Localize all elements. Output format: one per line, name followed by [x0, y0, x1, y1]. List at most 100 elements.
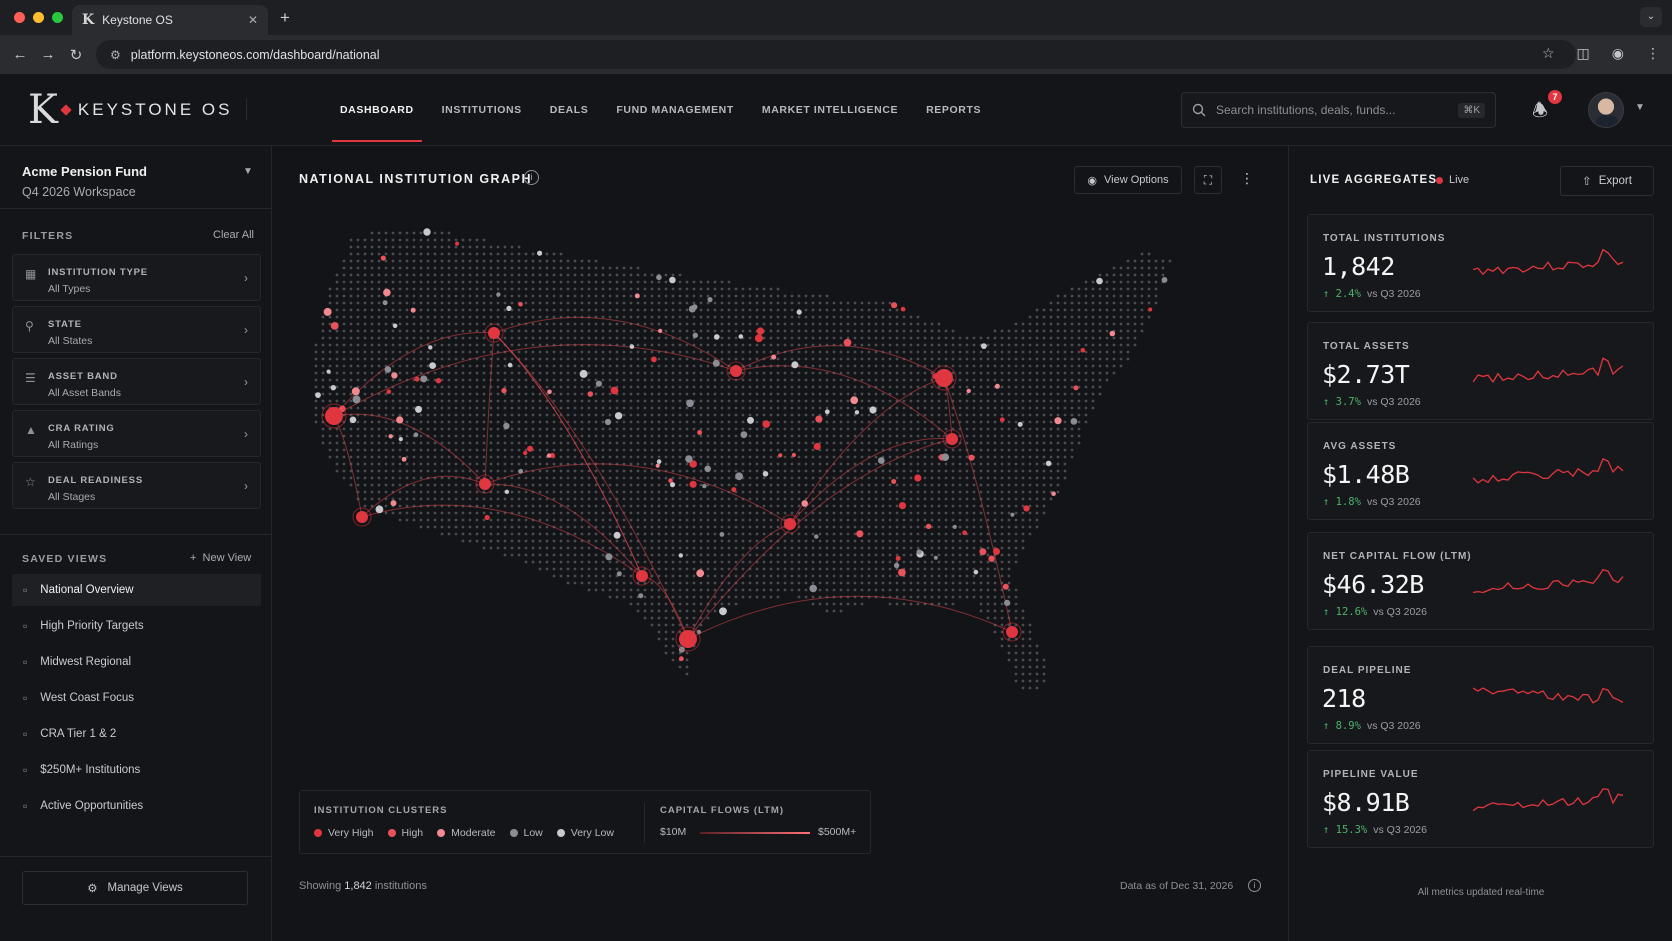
saved-view-west-coast-focus[interactable]: ▫ West Coast Focus — [12, 682, 261, 714]
metric-compare: vs Q3 2026 — [1373, 824, 1427, 836]
saved-view-active-opportunities[interactable]: ▫ Active Opportunities — [12, 790, 261, 822]
reload-icon[interactable]: ↻ — [62, 46, 90, 64]
flow-gradient-bar — [700, 832, 810, 834]
global-search-input[interactable]: Search institutions, deals, funds... ⌘K — [1181, 92, 1496, 128]
nav-fund-management[interactable]: FUND MANAGEMENT — [602, 74, 748, 146]
search-placeholder: Search institutions, deals, funds... — [1216, 103, 1396, 117]
showing-count-text: Showing 1,842 institutions — [299, 880, 427, 892]
account-chevron-down-icon[interactable]: ▼ — [1635, 102, 1645, 113]
building-icon: ▦ — [25, 267, 37, 281]
nav-institutions[interactable]: INSTITUTIONS — [428, 74, 536, 146]
saved-view-high-priority-targets[interactable]: ▫ High Priority Targets — [12, 610, 261, 642]
metric-card-pipeline-value[interactable]: PIPELINE VALUE $8.91B ↑ 15.3% vs Q3 2026 — [1307, 750, 1654, 848]
filter-institution-type[interactable]: ▦ INSTITUTION TYPE All Types › — [12, 254, 261, 301]
metric-card-total-assets[interactable]: TOTAL ASSETS $2.73T ↑ 3.7% vs Q3 2026 — [1307, 322, 1654, 420]
metric-card-avg-assets[interactable]: AVG ASSETS $1.48B ↑ 1.8% vs Q3 2026 — [1307, 422, 1654, 520]
filter-state[interactable]: ⚲ STATE All States › — [12, 306, 261, 353]
metric-label: PIPELINE VALUE — [1323, 769, 1419, 780]
user-avatar[interactable] — [1588, 92, 1624, 128]
document-icon: ▫ — [23, 727, 28, 741]
legend-dot — [556, 829, 565, 837]
metric-card-net-capital-flow[interactable]: NET CAPITAL FLOW (LTM) $46.32B ↑ 12.6% vs… — [1307, 532, 1654, 630]
metric-card-total-institutions[interactable]: TOTAL INSTITUTIONS 1,842 ↑ 2.4% vs Q3 202… — [1307, 214, 1654, 312]
sparkline — [1473, 788, 1624, 812]
view-label: National Overview — [40, 584, 134, 596]
view-label: Active Opportunities — [40, 800, 144, 812]
maximize-window-button[interactable] — [52, 12, 63, 23]
filter-deal-readiness[interactable]: ☆ DEAL READINESS All Stages › — [12, 462, 261, 509]
saved-view-250m-institutions[interactable]: ▫ $250M+ Institutions — [12, 754, 261, 786]
new-view-label: New View — [202, 552, 252, 564]
legend-label: Very High — [328, 827, 374, 839]
metric-delta: ↑ 2.4% vs Q3 2026 — [1323, 288, 1421, 300]
list-icon: ☰ — [25, 371, 36, 385]
metric-compare: vs Q3 2026 — [1373, 606, 1427, 618]
metric-change: ↑ 12.6% — [1323, 606, 1368, 618]
live-dot-icon — [1436, 176, 1443, 184]
fullscreen-icon[interactable]: ⛶ — [1194, 166, 1222, 194]
legend-very-low: Very Low — [556, 827, 614, 839]
view-options-button[interactable]: ◉ View Options — [1074, 166, 1182, 194]
tab-close-icon[interactable]: ✕ — [248, 13, 258, 27]
browser-tab[interactable]: K Keystone OS ✕ — [72, 5, 268, 35]
export-button[interactable]: ⇧ Export — [1560, 166, 1654, 196]
address-bar[interactable]: ⚙ platform.keystoneos.com/dashboard/nati… — [96, 40, 1576, 69]
metric-compare: vs Q3 2026 — [1366, 288, 1421, 300]
document-icon: ▫ — [23, 799, 28, 813]
legend-divider — [644, 803, 645, 843]
info-icon[interactable]: i — [524, 170, 539, 185]
flows-legend-title: CAPITAL FLOWS (LTM) — [660, 805, 785, 816]
legend-label: Low — [523, 827, 543, 839]
bookmark-star-icon[interactable]: ☆ — [1542, 45, 1555, 62]
metric-card-deal-pipeline[interactable]: DEAL PIPELINE 218 ↑ 8.9% vs Q3 2026 — [1307, 646, 1654, 744]
nav-market-intelligence[interactable]: MARKET INTELLIGENCE — [748, 74, 912, 146]
browser-menu-icon[interactable]: ⋮ — [1646, 45, 1660, 62]
filter-label: DEAL READINESS — [48, 475, 143, 486]
metric-delta: ↑ 15.3% vs Q3 2026 — [1323, 824, 1427, 836]
side-panel-icon[interactable]: ◫ — [1577, 45, 1590, 62]
site-settings-icon[interactable]: ⚙ — [110, 48, 121, 62]
chevron-right-icon: › — [244, 323, 248, 337]
metric-label: TOTAL INSTITUTIONS — [1323, 233, 1446, 244]
keystone-logo[interactable]: K KEYSTONE OS — [28, 90, 232, 130]
nav-reports[interactable]: REPORTS — [912, 74, 995, 146]
notification-count-badge: 7 — [1548, 90, 1562, 104]
as-of-info-icon[interactable]: i — [1248, 879, 1261, 892]
nav-deals[interactable]: DEALS — [536, 74, 603, 146]
metric-value: $8.91B — [1322, 788, 1410, 817]
filter-cra-rating[interactable]: ▲ CRA RATING All Ratings › — [12, 410, 261, 457]
legend-dot — [314, 829, 322, 837]
main-nav: DASHBOARD INSTITUTIONS DEALS FUND MANAGE… — [326, 74, 995, 146]
divider — [0, 856, 272, 857]
search-icon — [1192, 103, 1206, 117]
tab-list-chevron-icon[interactable]: ⌄ — [1640, 7, 1662, 27]
saved-view-national-overview[interactable]: ▫ National Overview — [12, 574, 261, 606]
saved-view-midwest-regional[interactable]: ▫ Midwest Regional — [12, 646, 261, 678]
manage-views-button[interactable]: ⚙ Manage Views — [22, 871, 248, 905]
more-options-icon[interactable]: ⋮ — [1240, 170, 1254, 187]
search-shortcut: ⌘K — [1458, 102, 1485, 118]
close-window-button[interactable] — [14, 12, 25, 23]
profile-icon[interactable]: ◉ — [1612, 45, 1624, 62]
view-label: West Coast Focus — [40, 692, 135, 704]
back-arrow-icon[interactable]: ← — [6, 46, 34, 63]
metric-value: 218 — [1322, 684, 1366, 713]
new-view-button[interactable]: + New View — [190, 552, 251, 564]
new-tab-button[interactable]: + — [280, 8, 290, 28]
nav-dashboard[interactable]: DASHBOARD — [326, 74, 428, 146]
minimize-window-button[interactable] — [33, 12, 44, 23]
sparkline — [1473, 568, 1624, 594]
notifications-bell-icon[interactable]: 🕭 — [1532, 98, 1548, 128]
clear-all-filters-button[interactable]: Clear All — [213, 229, 254, 241]
institution-map[interactable] — [272, 206, 1288, 776]
filter-asset-band[interactable]: ☰ ASSET BAND All Asset Bands › — [12, 358, 261, 405]
url-text: platform.keystoneos.com/dashboard/nation… — [130, 47, 380, 62]
legend-label: High — [401, 827, 424, 839]
export-label: Export — [1598, 175, 1632, 187]
forward-arrow-icon[interactable]: → — [34, 46, 62, 63]
saved-view-cra-tier[interactable]: ▫ CRA Tier 1 & 2 — [12, 718, 261, 750]
workspace-chevron-down-icon[interactable]: ▼ — [243, 166, 253, 177]
workspace-switcher[interactable]: Acme Pension Fund Q4 2026 Workspace — [22, 164, 147, 199]
clusters-legend-title: INSTITUTION CLUSTERS — [314, 805, 448, 816]
metric-value: $46.32B — [1322, 570, 1424, 599]
